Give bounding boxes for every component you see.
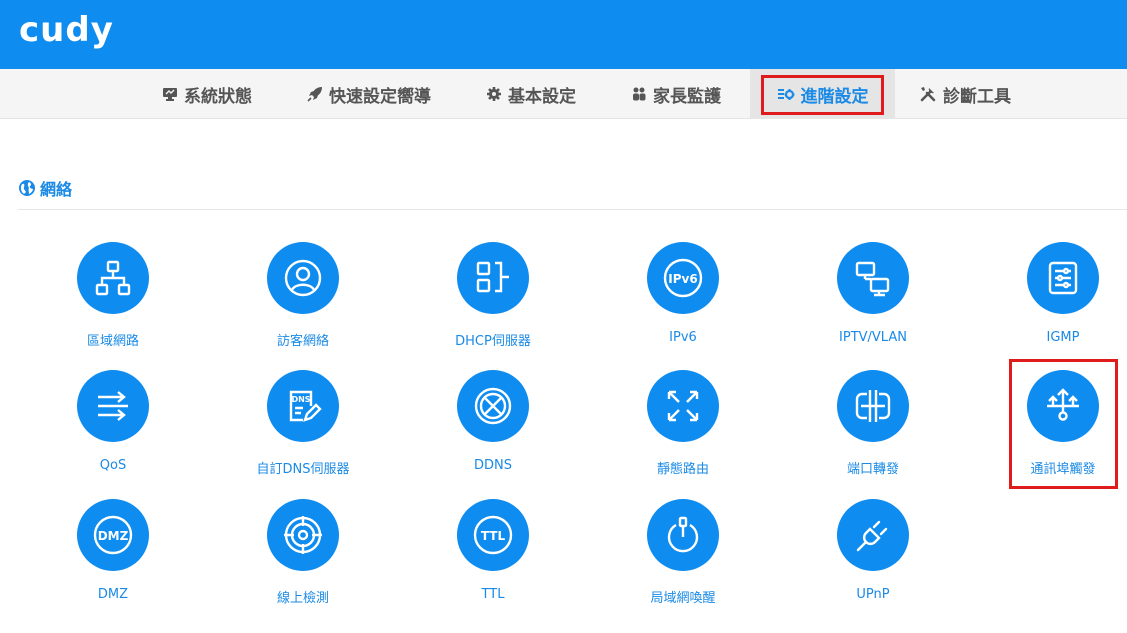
nav-item-label: 基本設定 (508, 86, 576, 107)
nav-item-label: 快速設定嚮導 (329, 86, 431, 107)
tile-label: DHCP伺服器 (455, 334, 531, 349)
tile-icon-circle (1027, 370, 1099, 442)
upnp-plug-icon (856, 520, 888, 552)
svg-text:DMZ: DMZ (98, 529, 129, 543)
tile-label: 靜態路由 (656, 462, 709, 477)
tile-label: TTL (481, 587, 505, 602)
tile-label: DMZ (97, 587, 129, 602)
dhcp-blocks-icon (476, 261, 509, 293)
tile-label: 區域網路 (86, 334, 139, 349)
gear-icon (487, 87, 501, 101)
igmp-sliders-icon (1048, 261, 1078, 295)
nav-item-quick-setup[interactable]: 快速設定嚮導 (307, 69, 431, 119)
tile-custom-dns[interactable]: DNS 自訂DNS伺服器 (223, 370, 383, 480)
port-trigger-icon (1047, 388, 1079, 421)
tile-icon-circle (647, 499, 719, 571)
iptv-monitors-icon (855, 261, 890, 297)
tile-dhcp-server[interactable]: DHCP伺服器 (413, 242, 573, 352)
tile-guest-network[interactable]: 訪客網絡 (223, 242, 383, 352)
tile-icon-circle (267, 242, 339, 314)
tile-dmz[interactable]: DMZ DMZ (33, 499, 193, 609)
svg-text:DNS: DNS (291, 395, 310, 404)
tile-ipv6[interactable]: IPv6 IPv6 (603, 242, 763, 352)
tile-ddns[interactable]: DDNS (413, 370, 573, 480)
tile-online-detection[interactable]: 線上檢測 (223, 499, 383, 609)
section-divider (18, 209, 1127, 210)
wake-on-lan-power-icon (667, 516, 699, 553)
online-detect-target-icon (284, 516, 322, 554)
ttl-icon: TTL (473, 515, 513, 555)
tile-label: 訪客網絡 (276, 334, 329, 349)
static-route-arrows-icon (667, 390, 699, 422)
nav-item-label: 診斷工具 (943, 86, 1011, 107)
tile-label: 線上檢測 (276, 591, 329, 606)
tile-static-route[interactable]: 靜態路由 (603, 370, 763, 480)
tile-label: UPnP (856, 587, 890, 602)
cudy-logo[interactable]: cudy (19, 10, 114, 50)
guest-user-icon (284, 259, 322, 297)
tile-icon-circle (77, 242, 149, 314)
tile-label: QoS (99, 458, 127, 473)
tile-icon-circle (837, 370, 909, 442)
tile-label: 自訂DNS伺服器 (256, 462, 350, 477)
tile-icon-circle (837, 242, 909, 314)
tile-label: 通訊埠觸發 (1030, 462, 1096, 477)
dns-document-icon: DNS (289, 390, 322, 422)
main-nav-bar: 系統狀態 快速設定嚮導 基本設定 家長監護 進階設定 診斷工具 (0, 69, 1127, 119)
tile-label: IPv6 (669, 330, 697, 345)
tile-label: IGMP (1046, 330, 1080, 345)
qos-arrows-icon (98, 391, 128, 421)
tile-icon-circle: IPv6 (647, 242, 719, 314)
nav-item-parental-control[interactable]: 家長監護 (631, 69, 721, 119)
tile-icon-circle (457, 370, 529, 442)
nav-item-label: 家長監護 (653, 86, 721, 107)
users-icon (633, 87, 646, 101)
tile-iptv-vlan[interactable]: IPTV/VLAN (793, 242, 953, 352)
tile-port-forwarding[interactable]: 端口轉發 (793, 370, 953, 480)
svg-text:TTL: TTL (481, 529, 506, 543)
tile-label: 端口轉發 (846, 462, 899, 477)
tile-icon-circle: DMZ (77, 499, 149, 571)
tile-icon-circle: TTL (457, 499, 529, 571)
tile-ttl[interactable]: TTL TTL (413, 499, 573, 609)
svg-text:IPv6: IPv6 (668, 272, 697, 286)
nav-item-label: 系統狀態 (184, 86, 252, 107)
tile-icon-circle (1027, 242, 1099, 314)
tile-icon-circle (267, 499, 339, 571)
top-header-bar: cudy (0, 0, 1127, 69)
section-title-text: 網絡 (40, 180, 73, 199)
tile-upnp[interactable]: UPnP (793, 499, 953, 609)
tile-icon-circle: DNS (267, 370, 339, 442)
tile-icon-circle (647, 370, 719, 442)
dmz-icon: DMZ (93, 515, 133, 555)
monitor-icon (163, 88, 177, 101)
tile-lan[interactable]: 區域網路 (33, 242, 193, 352)
tile-label: DDNS (474, 458, 512, 473)
tile-label: 局域網喚醒 (650, 591, 716, 606)
lan-tree-icon (95, 260, 131, 296)
tile-icon-circle (77, 370, 149, 442)
ipv6-icon: IPv6 (663, 258, 703, 298)
tile-igmp[interactable]: IGMP (983, 242, 1127, 352)
nav-item-system-status[interactable]: 系統狀態 (162, 69, 252, 119)
tile-port-triggering[interactable]: 通訊埠觸發 (983, 370, 1127, 480)
tile-qos[interactable]: QoS (33, 370, 193, 480)
advanced-settings-icon (777, 89, 794, 100)
tile-icon-circle (457, 242, 529, 314)
section-title: 網絡 (18, 176, 72, 200)
globe-icon (19, 180, 35, 196)
nav-item-basic-settings[interactable]: 基本設定 (486, 69, 576, 119)
nav-item-advanced-settings[interactable]: 進階設定 (750, 69, 895, 119)
nav-item-label: 進階設定 (800, 86, 869, 107)
nav-item-diagnostic-tools[interactable]: 診斷工具 (919, 69, 1011, 119)
port-forward-icon (855, 390, 891, 422)
tile-wake-on-lan[interactable]: 局域網喚醒 (603, 499, 763, 609)
ddns-globe-icon (474, 387, 512, 425)
rocket-icon (307, 87, 322, 102)
tile-label: IPTV/VLAN (839, 330, 907, 345)
tools-icon (920, 87, 936, 102)
tile-icon-circle (837, 499, 909, 571)
